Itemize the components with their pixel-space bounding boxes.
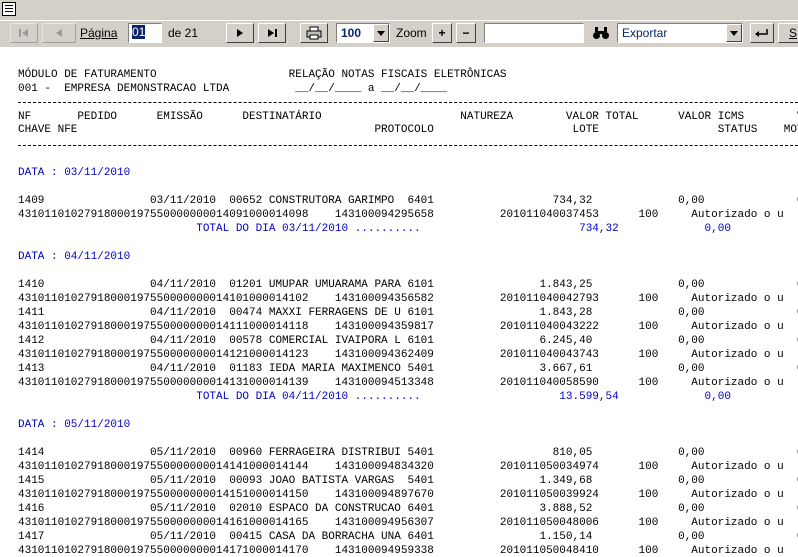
invoice-row-line1: 1410 04/11/2010 01201 UMUPAR UMUARAMA PA… xyxy=(18,279,798,291)
invoice-row-line2: 4310110102791800019755000000001415100001… xyxy=(18,489,784,501)
report-header-line1: MÓDULO DE FATURAMENTO RELAÇÃO NOTAS FISC… xyxy=(18,69,507,81)
report-header-line2: 001 - EMPRESA DEMONSTRACAO LTDA __/__/__… xyxy=(18,83,448,95)
invoice-row-line1: 1413 04/11/2010 01183 IEDA MARIA MAXIMEN… xyxy=(18,363,798,375)
day-heading: DATA : 03/11/2010 xyxy=(18,167,131,179)
invoice-row-line1: 1412 04/11/2010 00578 COMERCIAL IVAIPORA… xyxy=(18,335,798,347)
export-go-button[interactable] xyxy=(750,23,774,43)
day-total: TOTAL DO DIA 03/11/2010 .......... 734,3… xyxy=(18,223,798,235)
invoice-row-line2: 4310110102791800019755000000001412100001… xyxy=(18,349,784,361)
system-menu-icon[interactable] xyxy=(2,2,16,16)
zoom-dropdown-arrow-icon[interactable] xyxy=(373,24,389,42)
column-divider xyxy=(18,145,798,146)
last-toolbar-button[interactable]: S xyxy=(778,23,798,43)
invoice-row-line2: 4310110102791800019755000000001416100001… xyxy=(18,517,784,529)
day-total: TOTAL DO DIA 04/11/2010 .......... 13.59… xyxy=(18,391,798,403)
invoice-row-line1: 1415 05/11/2010 00093 JOAO BATISTA VARGA… xyxy=(18,475,798,487)
invoice-row-line2: 4310110102791800019755000000001409100001… xyxy=(18,209,784,221)
invoice-row-line1: 1417 05/11/2010 00415 CASA DA BORRACHA U… xyxy=(18,531,798,543)
zoom-select[interactable]: 100 xyxy=(336,23,390,43)
previous-page-icon xyxy=(56,29,62,37)
invoice-row-line1: 1409 03/11/2010 00652 CONSTRUTORA GARIMP… xyxy=(18,195,798,207)
export-select[interactable]: Exportar xyxy=(617,23,743,43)
last-page-icon xyxy=(268,29,277,37)
first-page-icon xyxy=(19,29,28,37)
report-viewer[interactable]: MÓDULO DE FATURAMENTO RELAÇÃO NOTAS FISC… xyxy=(0,47,798,557)
find-button[interactable] xyxy=(588,23,614,43)
export-select-value: Exportar xyxy=(622,26,668,40)
export-dropdown-arrow-icon[interactable] xyxy=(726,24,742,42)
invoice-row-line2: 4310110102791800019755000000001411100001… xyxy=(18,321,784,333)
zoom-in-button[interactable]: + xyxy=(432,23,452,43)
pagina-label: Página xyxy=(80,26,118,40)
binoculars-icon xyxy=(593,27,609,39)
invoice-row-line1: 1414 05/11/2010 00960 FERRAGEIRA DISTRIB… xyxy=(18,447,798,459)
first-page-button[interactable] xyxy=(10,23,38,43)
title-bar xyxy=(0,0,798,21)
next-page-icon xyxy=(237,29,243,37)
page-number-input[interactable]: 01 xyxy=(128,23,162,43)
zoom-out-button[interactable]: − xyxy=(456,23,476,43)
previous-page-button[interactable] xyxy=(42,23,76,43)
header-divider xyxy=(18,102,798,103)
invoice-row-line1: 1411 04/11/2010 00474 MAXXI FERRAGENS DE… xyxy=(18,307,798,319)
invoice-row-line2: 4310110102791800019755000000001413100001… xyxy=(18,377,784,389)
invoice-row-line1: 1416 05/11/2010 02010 ESPACO DA CONSTRUC… xyxy=(18,503,798,515)
invoice-row-line2: 4310110102791800019755000000001417100001… xyxy=(18,545,784,557)
zoom-label: Zoom xyxy=(396,26,427,40)
printer-icon xyxy=(306,26,322,40)
export-arrow-icon xyxy=(755,29,768,37)
next-page-button[interactable] xyxy=(226,23,254,43)
day-heading: DATA : 04/11/2010 xyxy=(18,251,131,263)
column-header-line1: NF PEDIDO EMISSÃO DESTINATÁRIO NATUREZA … xyxy=(18,111,798,123)
report-toolbar: Página 01 de 21 100 Zoom + − Exportar S xyxy=(0,20,798,48)
invoice-row-line2: 4310110102791800019755000000001410100001… xyxy=(18,293,784,305)
invoice-row-line2: 4310110102791800019755000000001414100001… xyxy=(18,461,784,473)
search-input[interactable] xyxy=(484,23,584,43)
last-page-button[interactable] xyxy=(258,23,286,43)
page-count-label: de 21 xyxy=(168,26,199,40)
zoom-select-value: 100 xyxy=(341,26,362,40)
print-button[interactable] xyxy=(300,23,328,43)
page-number-value: 01 xyxy=(132,25,146,39)
column-header-line2: CHAVE NFE PROTOCOLO LOTE STATUS MOTIVO xyxy=(18,124,798,136)
day-heading: DATA : 05/11/2010 xyxy=(18,419,131,431)
